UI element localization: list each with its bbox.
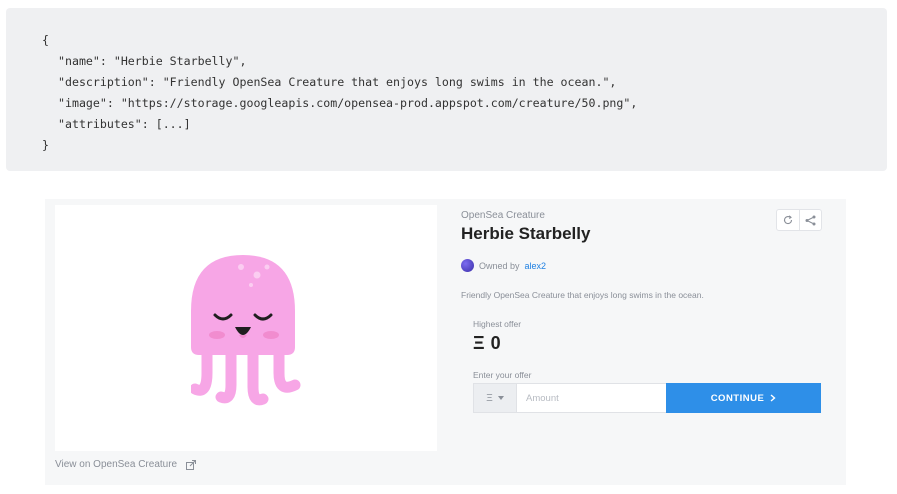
asset-details: OpenSea Creature Herbie Starbelly Owned … <box>461 199 841 485</box>
currency-symbol: Ξ <box>486 392 493 404</box>
code-line: "attributes": [...] <box>58 117 191 131</box>
currency-select[interactable]: Ξ <box>474 384 517 412</box>
asset-title: Herbie Starbelly <box>461 224 591 243</box>
caret-down-icon <box>497 396 504 400</box>
amount-input[interactable] <box>517 384 666 412</box>
view-link-label: View on OpenSea Creature <box>55 459 178 470</box>
share-icon <box>805 215 816 225</box>
code-line: "name": "Herbie Starbelly", <box>58 54 247 68</box>
asset-actions <box>776 209 822 231</box>
owned-by-label: Owned by <box>479 260 520 271</box>
highest-offer-amount: 0 <box>490 333 501 353</box>
asset-card: View on OpenSea Creature OpenSea Creatur… <box>45 199 846 485</box>
creature-image <box>191 255 301 406</box>
refresh-button[interactable] <box>777 210 799 230</box>
enter-offer-label: Enter your offer <box>473 370 532 380</box>
highest-offer-label: Highest offer <box>473 319 522 329</box>
metadata-code-block: { "name": "Herbie Starbelly", "descripti… <box>6 8 887 171</box>
refresh-icon <box>783 215 792 225</box>
collection-name[interactable]: OpenSea Creature <box>461 210 545 221</box>
continue-label: CONTINUE <box>710 392 765 404</box>
asset-description: Friendly OpenSea Creature that enjoys lo… <box>461 290 704 300</box>
external-link-icon <box>186 459 197 470</box>
asset-image-panel <box>55 205 437 451</box>
code-line: { <box>42 33 49 47</box>
continue-button[interactable]: CONTINUE <box>666 383 821 413</box>
view-on-opensea-link[interactable]: View on OpenSea Creature <box>55 459 197 470</box>
offer-form: Ξ CONTINUE <box>473 383 821 413</box>
avatar[interactable] <box>461 259 474 272</box>
owner-link[interactable]: alex2 <box>525 261 547 271</box>
chevron-right-icon <box>770 394 776 402</box>
code-line: "image": "https://storage.googleapis.com… <box>58 96 638 110</box>
owner-info: Owned by alex2 <box>461 259 546 272</box>
eth-icon: Ξ <box>473 333 485 353</box>
share-button[interactable] <box>798 210 822 230</box>
code-line: "description": "Friendly OpenSea Creatur… <box>58 75 617 89</box>
code-line: } <box>42 138 49 152</box>
highest-offer-value: Ξ 0 <box>473 333 501 354</box>
